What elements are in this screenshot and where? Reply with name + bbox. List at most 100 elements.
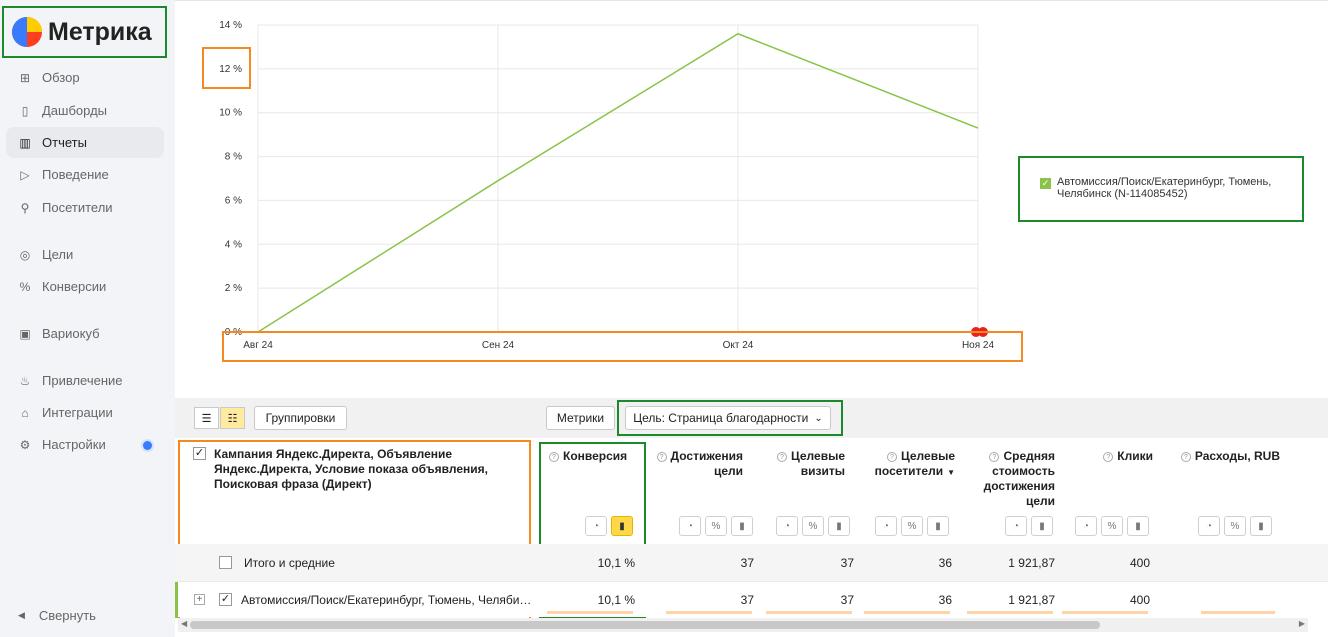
help-icon[interactable]: ?	[1103, 452, 1114, 462]
sidebar-item-9[interactable]: ⌂ Интеграции	[6, 397, 164, 428]
sidebar-item-2[interactable]: ▥ Отчеты	[6, 127, 164, 158]
chart-legend[interactable]: ✓ Автомиссия/Поиск/Екатеринбург, Тюмень,…	[1018, 156, 1304, 222]
sidebar-item-7[interactable]: ▣ Вариокуб	[6, 318, 164, 349]
collapse-arrow-icon: ◀	[18, 610, 25, 620]
chevron-down-icon: ⌄	[814, 412, 823, 424]
legend-checkbox-icon[interactable]: ✓	[1040, 178, 1051, 189]
list-view-button[interactable]: ☰	[194, 407, 219, 429]
sidebar-item-1[interactable]: ▯ Дашборды	[6, 95, 164, 126]
value-bar	[547, 611, 633, 614]
scroll-left-icon[interactable]: ◀	[181, 619, 187, 628]
bar-chart-icon[interactable]: ▮	[611, 516, 633, 536]
totals-checkbox[interactable]	[219, 556, 232, 569]
column-view-toggles: ◔% ▮	[679, 516, 753, 536]
pie-chart-icon[interactable]: ◔	[875, 516, 897, 536]
sidebar-item-5[interactable]: ◎ Цели	[6, 239, 164, 270]
column-header-0[interactable]: ? Конверсия	[549, 449, 645, 464]
y-tick-label: 8 %	[225, 152, 242, 163]
sidebar-item-0[interactable]: ⊞ Обзор	[6, 62, 164, 93]
sidebar-item-10[interactable]: ⚙ Настройки	[6, 429, 164, 460]
y-axis-highlight	[202, 47, 251, 89]
column-header-label: Целевые визиты	[790, 449, 845, 478]
value-bar	[666, 611, 752, 614]
value-bar	[864, 611, 950, 614]
sidebar-item-8[interactable]: ♨ Привлечение	[6, 365, 164, 396]
select-all-checkbox[interactable]: ✓	[193, 447, 206, 460]
sidebar-item-label: Настройки	[42, 437, 106, 452]
percent-icon[interactable]: %	[705, 516, 727, 536]
cell-value: 37	[740, 555, 754, 570]
pie-chart-icon[interactable]: ◔	[1075, 516, 1097, 536]
y-tick-label: 2 %	[225, 283, 242, 294]
sidebar-item-label: Отчеты	[42, 135, 87, 150]
chart-area: 0 % 2 % 4 % 6 % 8 % 10 % 12 % 14 % Авг 24 Сен 24 О…	[175, 0, 1328, 398]
sidebar-item-label: Вариокуб	[42, 326, 100, 341]
help-icon[interactable]: ?	[1180, 452, 1191, 462]
column-view-toggles: ◔ ▮	[585, 516, 633, 536]
pie-chart-icon[interactable]: ◔	[679, 516, 701, 536]
metrika-logo-icon	[12, 17, 42, 47]
totals-checkbox-cell: Итого и средние	[219, 544, 335, 581]
play-icon: ▷	[20, 167, 30, 182]
scrollbar-thumb[interactable]	[190, 621, 1100, 629]
person-icon: ⚲	[20, 200, 30, 215]
notification-dot	[143, 441, 152, 450]
expand-icon[interactable]: +	[194, 594, 205, 605]
column-header-2[interactable]: ? Целевые визиты	[755, 449, 845, 479]
logo[interactable]: Метрика	[2, 6, 167, 58]
y-tick-label: 6 %	[225, 195, 242, 206]
bar-chart-icon[interactable]: ▮	[731, 516, 753, 536]
value-bar	[1062, 611, 1148, 614]
goal-select[interactable]: Цель: Страница благодарности ⌄	[625, 406, 831, 430]
sidebar-item-4[interactable]: ⚲ Посетители	[6, 192, 164, 223]
sort-desc-icon[interactable]: ▼	[947, 468, 955, 477]
column-header-5[interactable]: ? Клики	[1073, 449, 1153, 464]
metrics-button[interactable]: Метрики	[546, 406, 615, 430]
sidebar-item-3[interactable]: ▷ Поведение	[6, 159, 164, 190]
collapse-button[interactable]: ◀ Свернуть	[18, 608, 96, 623]
row-label-cell: + ✓ Автомиссия/Поиск/Екатеринбург, Тюмен…	[194, 582, 531, 617]
puzzle-icon: ⌂	[21, 405, 29, 420]
goal-select-label: Цель: Страница благодарности	[633, 411, 809, 425]
bar-chart-icon[interactable]: ▮	[828, 516, 850, 536]
scroll-right-icon[interactable]: ▶	[1299, 619, 1305, 628]
column-view-toggles: ◔% ▮	[875, 516, 949, 536]
percent-icon[interactable]: %	[802, 516, 824, 536]
row-checkbox[interactable]: ✓	[219, 593, 232, 606]
bar-chart-icon[interactable]: ▮	[1250, 516, 1272, 536]
sidebar-item-label: Конверсии	[42, 279, 107, 294]
tree-view-button[interactable]: ☷	[220, 407, 245, 429]
series-line[interactable]	[257, 32, 979, 333]
value-bar	[1201, 611, 1275, 614]
gear-icon: ⚙	[19, 437, 31, 452]
pie-chart-icon[interactable]: ◔	[1198, 516, 1220, 536]
help-icon[interactable]: ?	[656, 452, 667, 462]
help-icon[interactable]: ?	[549, 452, 559, 462]
column-header-4[interactable]: ? Средняя стоимость достижения цели	[965, 449, 1055, 509]
cell-value: 10,1 %	[597, 555, 635, 570]
help-icon[interactable]: ?	[989, 452, 1000, 462]
column-header-6[interactable]: ? Расходы, RUB	[1160, 449, 1280, 464]
bar-chart-icon[interactable]: ▮	[1031, 516, 1053, 536]
dimension-header[interactable]: ✓ Кампания Яндекс.Директа, Объявление Ян…	[193, 447, 523, 492]
bar-chart-icon[interactable]: ▮	[1127, 516, 1149, 536]
help-icon[interactable]: ?	[776, 452, 787, 462]
column-header-1[interactable]: ? Достижения цели	[655, 449, 743, 479]
pie-chart-icon[interactable]: ◔	[776, 516, 798, 536]
bar-chart-icon[interactable]: ▮	[927, 516, 949, 536]
sidebar-item-label: Интеграции	[42, 405, 113, 420]
pie-chart-icon[interactable]: ◔	[1005, 516, 1027, 536]
table-row[interactable]: + ✓ Автомиссия/Поиск/Екатеринбург, Тюмен…	[175, 581, 1328, 618]
row-label[interactable]: Автомиссия/Поиск/Екатеринбург, Тюмень, Ч…	[241, 593, 531, 607]
horizontal-scrollbar[interactable]: ◀ ▶	[178, 618, 1308, 632]
percent-icon[interactable]: %	[901, 516, 923, 536]
redacted-value	[1205, 544, 1275, 581]
groupings-button[interactable]: Группировки	[254, 406, 347, 430]
target-icon: ◎	[19, 247, 31, 262]
sidebar-item-6[interactable]: % Конверсии	[6, 271, 164, 302]
percent-icon[interactable]: %	[1224, 516, 1246, 536]
percent-icon[interactable]: %	[1101, 516, 1123, 536]
pie-chart-icon[interactable]: ◔	[585, 516, 607, 536]
column-header-3[interactable]: ? Целевые посетители ▼	[855, 449, 955, 480]
help-icon[interactable]: ?	[886, 452, 897, 462]
